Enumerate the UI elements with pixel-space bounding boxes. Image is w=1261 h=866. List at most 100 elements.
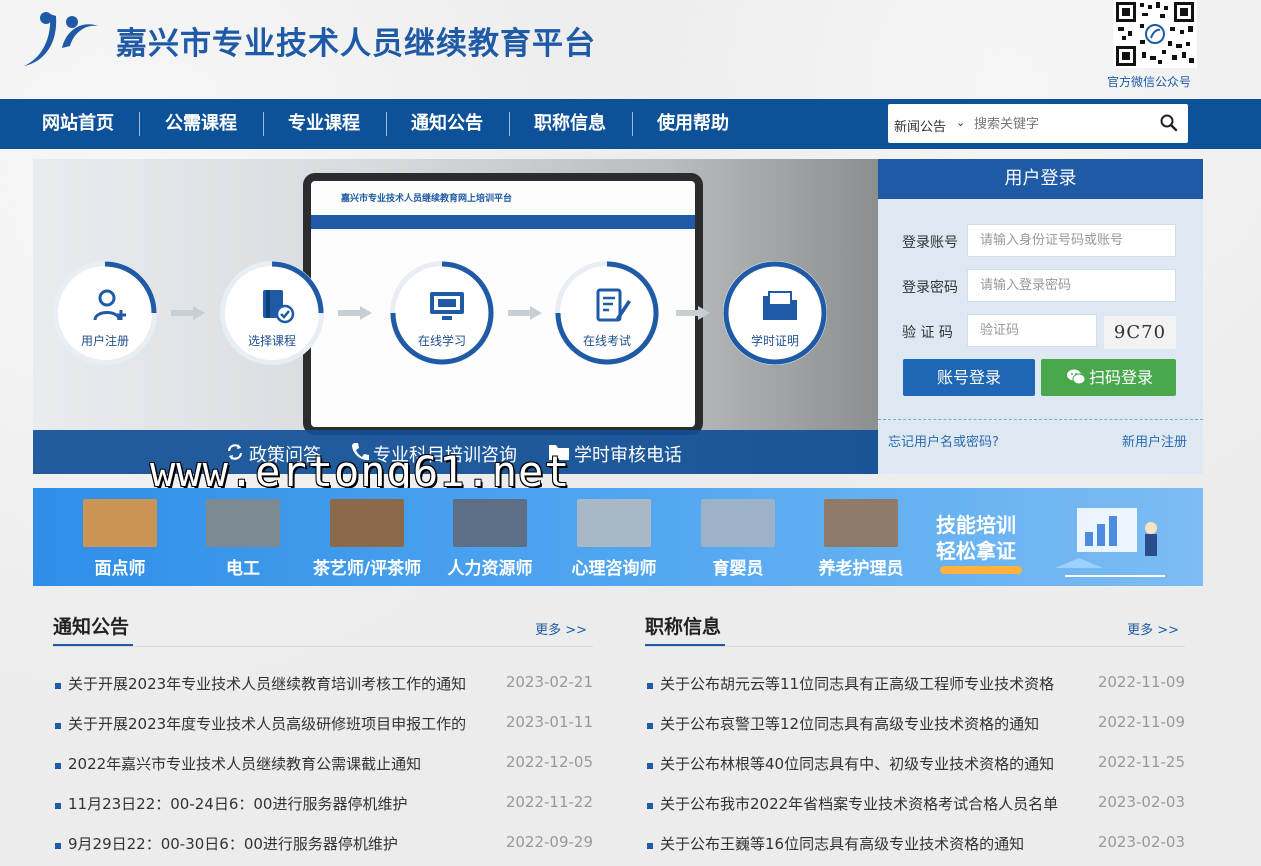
nav-item-notices[interactable]: 通知公告 <box>411 99 483 149</box>
step-online-exam[interactable]: 在线考试 <box>555 261 659 365</box>
news-row[interactable]: 关于公布王巍等16位同志具有高级专业技术资格的通知 2023-02-03 <box>645 830 1185 866</box>
category-image <box>577 499 651 547</box>
news-text[interactable]: 11月23日22：00-24日6：00进行服务器停机维护 <box>68 793 493 814</box>
bullet-icon <box>647 843 653 849</box>
vocational-categories-banner[interactable]: 面点师 电工 茶艺师/评茶师 人力资源师 心理咨询师 育婴员 养老护理员 技能培… <box>33 488 1203 586</box>
search-icon[interactable] <box>1158 112 1180 134</box>
search-category-select[interactable]: 新闻公告 <box>894 116 946 135</box>
news-date: 2022-11-09 <box>1097 713 1185 731</box>
nav-item-home[interactable]: 网站首页 <box>42 99 114 149</box>
arrow-right-icon <box>171 306 205 320</box>
captcha-image[interactable]: 9C70 <box>1104 316 1176 349</box>
news-date: 2022-11-25 <box>1097 753 1185 771</box>
hour-audit-phone-link[interactable]: 学时审核电话 <box>574 441 682 467</box>
step-label: 在线考试 <box>582 334 631 348</box>
search-input[interactable] <box>974 111 1154 137</box>
news-row[interactable]: 9月29日22：00-30日6：00进行服务器停机维护 2022-09-29 <box>53 830 593 866</box>
news-row[interactable]: 关于开展2023年专业技术人员继续教育培训考核工作的通知 2023-02-21 <box>53 670 593 710</box>
category-hr-specialist[interactable]: 人力资源师 <box>448 499 533 579</box>
news-text[interactable]: 关于开展2023年度专业技术人员高级研修班项目申报工作的 <box>68 713 493 734</box>
category-nursery-worker[interactable]: 育婴员 <box>701 499 775 579</box>
step-label: 用户注册 <box>80 334 129 348</box>
news-date: 2023-02-21 <box>505 673 593 691</box>
news-row[interactable]: 关于公布林根等40位同志具有中、初级专业技术资格的通知 2022-11-25 <box>645 750 1185 790</box>
arrow-right-icon <box>338 306 372 320</box>
news-row[interactable]: 11月23日22：00-24日6：00进行服务器停机维护 2022-11-22 <box>53 790 593 830</box>
category-elderly-care-worker[interactable]: 养老护理员 <box>819 499 904 579</box>
bullet-icon <box>55 803 61 809</box>
captcha-label: 验 证 码 <box>902 325 953 341</box>
titles-more-link[interactable]: 更多 >> <box>1127 619 1179 638</box>
category-electrician[interactable]: 电工 <box>206 499 280 579</box>
banner-screen-bar <box>311 215 695 229</box>
login-panel: 用户登录 登录账号 登录密码 验 证 码 9C70 账号登录 扫码登录 忘记用户… <box>878 159 1203 474</box>
step-hour-certificate[interactable]: 学时证明 <box>723 261 827 365</box>
bullet-icon <box>55 683 61 689</box>
category-label: 茶艺师/评茶师 <box>312 559 422 579</box>
nav-item-professional-courses[interactable]: 专业课程 <box>288 99 360 149</box>
account-input[interactable] <box>967 224 1176 257</box>
captcha-text: 9C70 <box>1113 322 1167 343</box>
news-row[interactable]: 关于开展2023年度专业技术人员高级研修班项目申报工作的 2023-01-11 <box>53 710 593 750</box>
user-add-icon <box>93 289 126 321</box>
step-online-study[interactable]: 在线学习 <box>390 261 494 365</box>
section-title-underline <box>53 644 133 646</box>
nav-item-help[interactable]: 使用帮助 <box>657 99 729 149</box>
news-text[interactable]: 关于公布王巍等16位同志具有高级专业技术资格的通知 <box>660 833 1085 854</box>
book-check-icon <box>263 290 295 324</box>
promo-illustration-icon <box>1055 508 1165 577</box>
category-image <box>206 499 280 547</box>
step-label: 学时证明 <box>750 334 799 348</box>
scan-login-label: 扫码登录 <box>1089 368 1154 387</box>
news-text[interactable]: 关于开展2023年专业技术人员继续教育培训考核工作的通知 <box>68 673 493 694</box>
nav-separator <box>139 112 140 136</box>
news-date: 2022-11-22 <box>505 793 593 811</box>
category-pastry-chef[interactable]: 面点师 <box>83 499 157 579</box>
notices-title: 通知公告 <box>53 616 130 638</box>
step-select-course[interactable]: 选择课程 <box>220 261 324 365</box>
section-title-underline <box>645 644 725 646</box>
nav-item-public-courses[interactable]: 公需课程 <box>165 99 237 149</box>
news-text[interactable]: 2022年嘉兴市专业技术人员继续教育公需课截止通知 <box>68 753 493 774</box>
register-link[interactable]: 新用户注册 <box>1122 431 1187 450</box>
news-date: 2022-11-09 <box>1097 673 1185 691</box>
category-image <box>701 499 775 547</box>
news-row[interactable]: 2022年嘉兴市专业技术人员继续教育公需课截止通知 2022-12-05 <box>53 750 593 790</box>
news-date: 2023-02-03 <box>1097 833 1185 851</box>
category-psychological-counselor[interactable]: 心理咨询师 <box>572 499 657 579</box>
category-label: 育婴员 <box>712 559 764 579</box>
password-label: 登录密码 <box>902 280 958 296</box>
news-text[interactable]: 9月29日22：00-30日6：00进行服务器停机维护 <box>68 833 493 854</box>
news-text[interactable]: 关于公布哀警卫等12位同志具有高级专业技术资格的通知 <box>660 713 1085 734</box>
news-text[interactable]: 关于公布林根等40位同志具有中、初级专业技术资格的通知 <box>660 753 1085 774</box>
bullet-icon <box>647 803 653 809</box>
forgot-password-link[interactable]: 忘记用户名或密码? <box>888 431 999 450</box>
password-input[interactable] <box>967 269 1176 302</box>
news-text[interactable]: 关于公布胡元云等11位同志具有正高级工程师专业技术资格 <box>660 673 1085 694</box>
hero-banner[interactable]: 嘉兴市专业技术人员继续教育网上培训平台 用户注册 选择课程 在线学习 在线考试 … <box>33 159 878 474</box>
site-logo-icon[interactable] <box>22 10 102 68</box>
scan-login-button[interactable]: 扫码登录 <box>1041 359 1176 396</box>
category-label: 电工 <box>226 559 260 579</box>
category-image <box>330 499 404 547</box>
news-row[interactable]: 关于公布我市2022年省档案专业技术资格考试合格人员名单 2023-02-03 <box>645 790 1185 830</box>
news-date: 2023-02-03 <box>1097 793 1185 811</box>
notices-more-link[interactable]: 更多 >> <box>535 619 587 638</box>
bullet-icon <box>647 683 653 689</box>
section-divider <box>53 646 593 647</box>
category-image <box>824 499 898 547</box>
captcha-input[interactable] <box>967 314 1097 347</box>
nav-separator <box>632 112 633 136</box>
promo-line-1: 技能培训 <box>936 513 1016 537</box>
nav-item-titles[interactable]: 职称信息 <box>534 99 606 149</box>
news-row[interactable]: 关于公布胡元云等11位同志具有正高级工程师专业技术资格 2022-11-09 <box>645 670 1185 710</box>
account-login-button[interactable]: 账号登录 <box>903 359 1035 396</box>
category-label: 面点师 <box>94 559 146 579</box>
chevron-down-icon[interactable]: ⌄ <box>956 116 965 129</box>
category-tea-artist[interactable]: 茶艺师/评茶师 <box>313 499 421 579</box>
step-register[interactable]: 用户注册 <box>53 261 157 365</box>
news-row[interactable]: 关于公布哀警卫等12位同志具有高级专业技术资格的通知 2022-11-09 <box>645 710 1185 750</box>
account-label: 登录账号 <box>902 235 958 251</box>
step-label: 选择课程 <box>247 334 296 348</box>
news-text[interactable]: 关于公布我市2022年省档案专业技术资格考试合格人员名单 <box>660 793 1085 814</box>
